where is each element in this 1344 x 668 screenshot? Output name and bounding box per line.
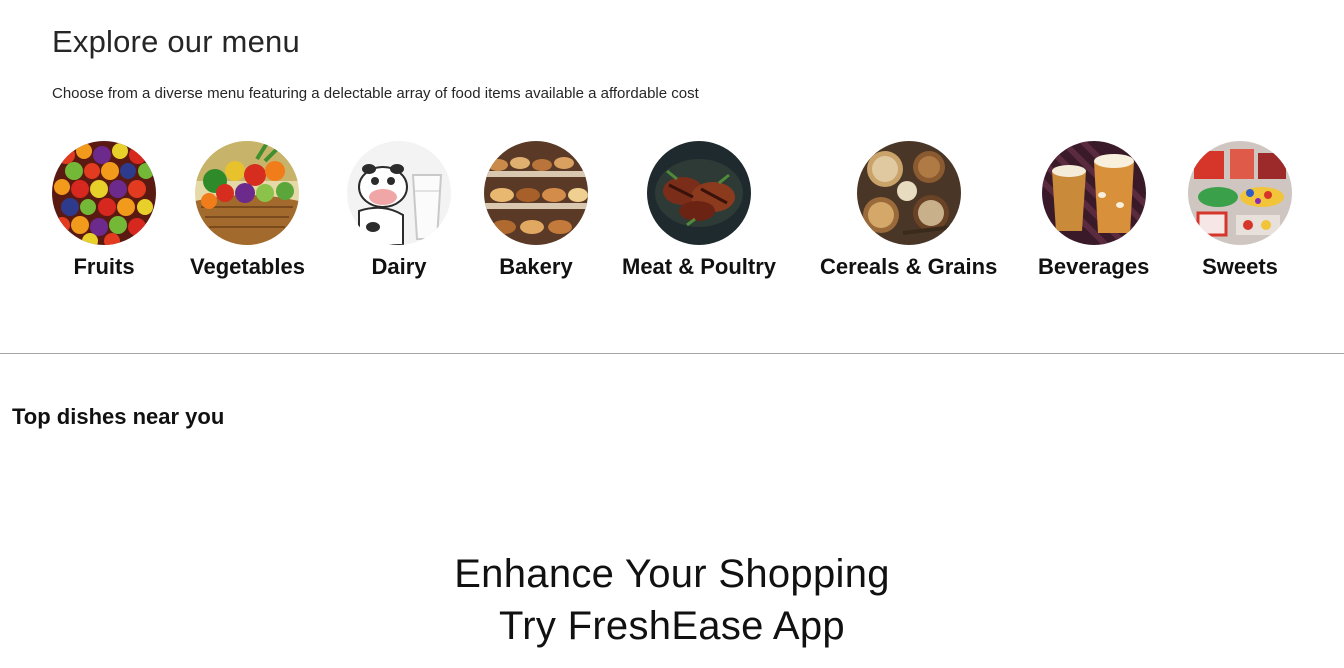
category-cereals-grains[interactable]: Cereals & Grains [820,141,997,281]
grains-image[interactable] [856,141,961,245]
meat-image[interactable] [647,141,752,245]
app-promo-section: Enhance Your Shopping Try FreshEase App [0,548,1344,652]
category-label: Dairy [371,254,427,279]
promo-headline: Enhance Your Shopping [454,552,890,596]
category-label: Bakery [499,254,573,279]
vegetables-image[interactable] [195,141,300,245]
sweets-image[interactable] [1188,141,1292,245]
category-meat-poultry[interactable]: Meat & Poultry [622,141,776,281]
beverages-image[interactable] [1041,141,1146,245]
explore-menu-subtitle: Choose from a diverse menu featuring a d… [52,85,699,102]
category-beverages[interactable]: Beverages [1038,141,1149,281]
category-label: Vegetables [190,254,305,279]
category-dairy[interactable]: Dairy [347,141,451,281]
category-label: Cereals & Grains [820,254,998,279]
bakery-image[interactable] [484,141,588,245]
top-dishes-heading: Top dishes near you [12,404,225,429]
category-sweets[interactable]: Sweets [1188,141,1292,281]
fruits-image[interactable] [52,141,156,245]
category-label: Beverages [1038,254,1150,279]
category-label: Sweets [1202,254,1278,279]
category-label: Fruits [73,254,135,279]
promo-subheadline: Try FreshEase App [499,604,845,648]
category-label: Meat & Poultry [622,254,777,279]
category-vegetables[interactable]: Vegetables [190,141,305,281]
category-fruits[interactable]: Fruits [52,141,156,281]
section-divider [0,353,1344,354]
explore-menu-section: Explore our menu Choose from a diverse m… [52,22,1312,104]
explore-menu-title: Explore our menu [52,24,300,59]
category-bakery[interactable]: Bakery [484,141,588,281]
dairy-image[interactable] [347,141,451,245]
